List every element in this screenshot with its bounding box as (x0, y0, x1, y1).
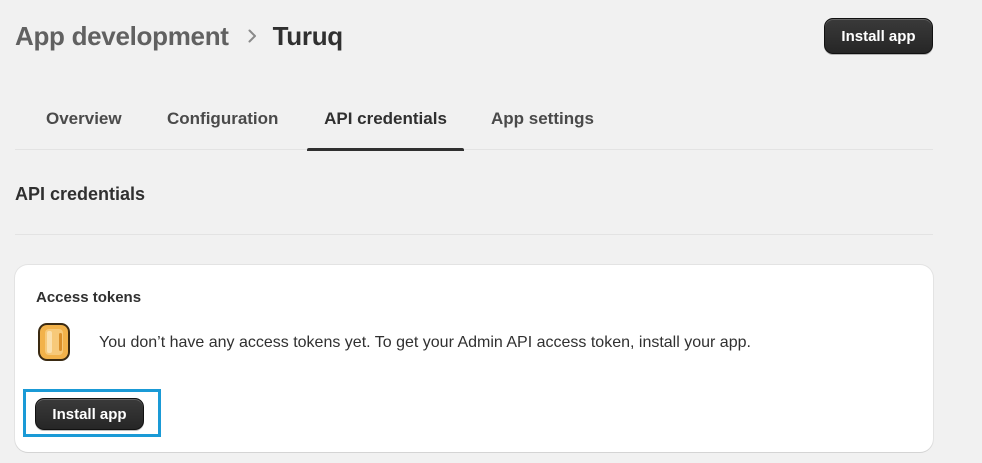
empty-tokens-message: You don’t have any access tokens yet. To… (99, 334, 751, 351)
tab-overview[interactable]: Overview (46, 98, 122, 150)
page-header: App development Turuq Install app (15, 18, 933, 54)
section-divider (15, 234, 933, 235)
page-title: Turuq (272, 20, 344, 51)
access-tokens-card: Access tokens You don’t have any access … (15, 265, 933, 452)
install-app-button[interactable]: Install app (35, 398, 144, 430)
tab-api-credentials[interactable]: API credentials (307, 98, 464, 151)
tab-bar: Overview Configuration API credentials A… (15, 98, 933, 151)
coin-icon (38, 323, 70, 361)
card-title: Access tokens (36, 289, 142, 306)
breadcrumb-app-development[interactable]: App development (15, 21, 229, 52)
install-app-button-header[interactable]: Install app (824, 18, 933, 54)
app-page: App development Turuq Install app Overvi… (0, 0, 982, 463)
tab-app-settings[interactable]: App settings (491, 98, 594, 150)
tab-configuration[interactable]: Configuration (167, 98, 278, 150)
section-title: API credentials (15, 184, 146, 204)
chevron-right-icon (248, 29, 256, 43)
